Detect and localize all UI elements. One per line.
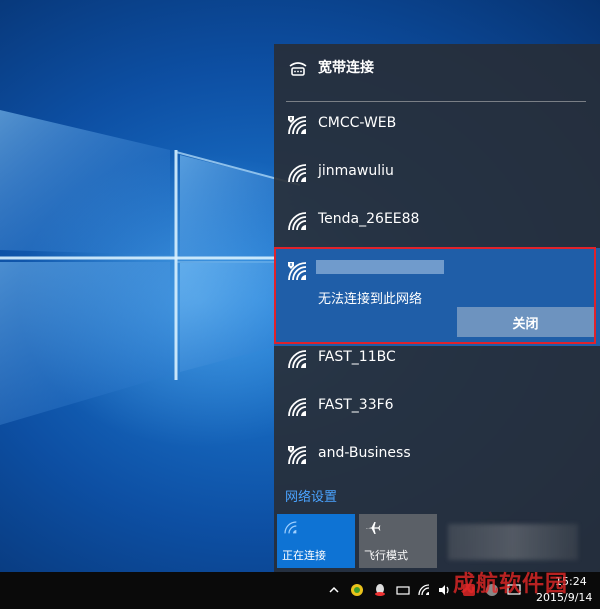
broadband-connection-item[interactable]: 宽带连接 — [274, 44, 600, 92]
network-item-cmcc-web[interactable]: CMCC-WEB — [274, 102, 600, 150]
wifi-icon[interactable] — [417, 583, 431, 597]
network-item-jinmawuliu[interactable]: jinmawuliu — [274, 150, 600, 198]
wifi-icon — [284, 521, 297, 534]
watermark: 成航软件园 — [453, 571, 569, 597]
network-ssid: FAST_11BC — [318, 349, 396, 365]
wifi-warning-icon — [288, 116, 307, 135]
tile-label: 飞行模式 — [364, 549, 408, 562]
wifi-icon — [288, 350, 307, 369]
network-ssid: CMCC-WEB — [318, 115, 397, 131]
network-item-tenda[interactable]: Tenda_26EE88 — [274, 198, 600, 246]
network-ssid: jinmawuliu — [318, 163, 394, 179]
network-settings-link[interactable]: 网络设置 — [285, 486, 337, 505]
network-item-and-business[interactable]: and-Business — [274, 432, 600, 480]
tile-label: 正在连接 — [282, 549, 326, 562]
airplane-icon — [366, 522, 381, 534]
volume-icon[interactable] — [437, 583, 451, 597]
wifi-toggle-tile[interactable]: 正在连接 — [277, 514, 355, 568]
dialup-icon — [289, 62, 307, 76]
wifi-icon — [288, 164, 307, 183]
connection-status: 无法连接到此网络 — [318, 292, 423, 307]
close-button[interactable]: 关闭 — [457, 307, 594, 337]
network-ssid: and-Business — [318, 445, 411, 461]
redacted-ssid — [316, 260, 444, 274]
broadband-label: 宽带连接 — [318, 60, 374, 76]
network-item-expanded[interactable]: 无法连接到此网络 关闭 — [274, 248, 600, 346]
network-ssid: Tenda_26EE88 — [318, 211, 420, 227]
network-flyout: 宽带连接 CMCC-WEB jinmawuliu Tenda_26EE88 无法… — [274, 44, 600, 572]
wifi-icon — [288, 398, 307, 417]
airplane-mode-tile[interactable]: 飞行模式 — [359, 514, 437, 568]
keyboard-icon[interactable] — [396, 583, 410, 597]
chevron-up-icon[interactable] — [327, 583, 341, 597]
wifi-warning-icon — [288, 446, 307, 465]
network-item-fast-11bc[interactable]: FAST_11BC — [274, 336, 600, 384]
network-ssid: FAST_33F6 — [318, 397, 394, 413]
qq-icon[interactable] — [373, 583, 387, 597]
app-tray-icon[interactable] — [350, 583, 364, 597]
wifi-icon — [288, 212, 307, 231]
blurred-tile — [448, 524, 578, 560]
network-item-fast-33f6[interactable]: FAST_33F6 — [274, 384, 600, 432]
wifi-warning-icon — [288, 262, 307, 281]
